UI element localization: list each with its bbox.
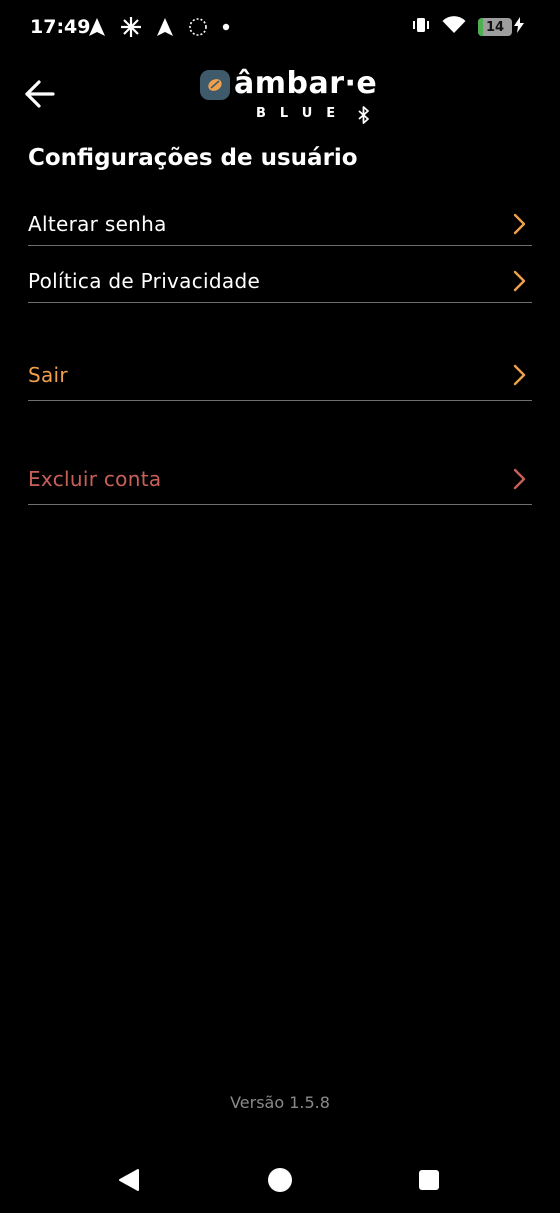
- status-icons-left: [88, 16, 230, 38]
- menu-item-label: Alterar senha: [28, 212, 167, 236]
- logo-text: âmbar·e: [234, 66, 378, 101]
- arrow-left-icon: [24, 79, 56, 113]
- status-bar: 17:49 14: [0, 0, 560, 56]
- back-button[interactable]: [20, 76, 60, 116]
- bluetooth-icon: [358, 106, 370, 128]
- sparkle-icon: [120, 16, 142, 38]
- nav-back-icon[interactable]: [118, 1168, 140, 1196]
- nav-home-icon[interactable]: [268, 1168, 292, 1192]
- app-version: Versão 1.5.8: [230, 1093, 330, 1112]
- status-time: 17:49: [30, 16, 91, 38]
- battery-icon: 14: [478, 18, 512, 36]
- dotted-circle-icon: [188, 17, 208, 37]
- chevron-right-icon: [508, 468, 530, 490]
- battery-level: 14: [485, 19, 505, 35]
- menu-item-alterar-senha[interactable]: Alterar senha: [28, 203, 532, 246]
- menu-item-label: Política de Privacidade: [28, 269, 261, 293]
- page-title: Configurações de usuário: [28, 145, 358, 171]
- wifi-icon: [442, 16, 466, 38]
- system-nav-bar: [0, 1146, 560, 1213]
- logo-subtext: BLUE: [256, 106, 350, 121]
- charging-icon: [514, 17, 524, 37]
- dot-icon: [222, 23, 230, 31]
- nav-recents-icon[interactable]: [419, 1170, 439, 1190]
- app-logo: âmbar·e BLUE: [200, 66, 380, 124]
- menu-item-label: Excluir conta: [28, 466, 162, 491]
- chevron-right-icon: [508, 270, 530, 292]
- menu-item-label: Sair: [28, 363, 68, 387]
- menu-item-excluir-conta[interactable]: Excluir conta: [28, 453, 532, 505]
- chevron-right-icon: [508, 213, 530, 235]
- menu-item-sair[interactable]: Sair: [28, 350, 532, 401]
- logo-mark-icon: [200, 70, 230, 100]
- navigation-arrow-icon: [156, 17, 174, 37]
- status-icons-right: 14: [412, 16, 524, 38]
- menu-item-politica-privacidade[interactable]: Política de Privacidade: [28, 260, 532, 303]
- vibrate-icon: [412, 16, 430, 38]
- chevron-right-icon: [508, 364, 530, 386]
- navigation-arrow-icon: [88, 17, 106, 37]
